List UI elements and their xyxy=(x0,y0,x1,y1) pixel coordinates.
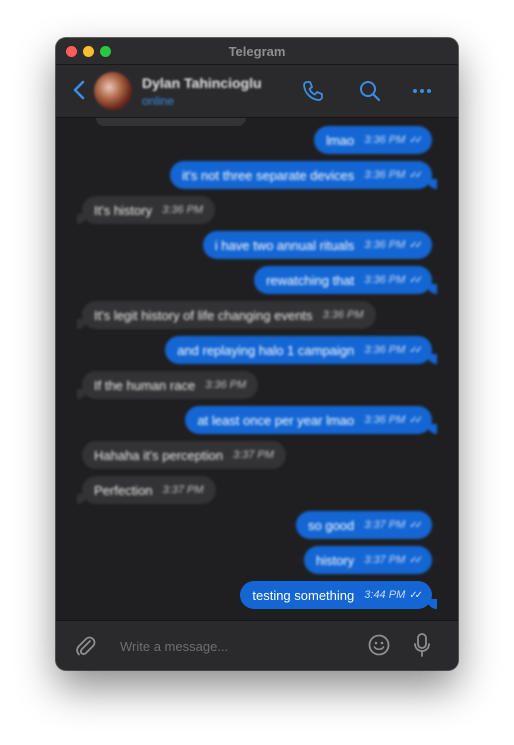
message-bubble-incoming[interactable]: It's history 3:36 PM xyxy=(76,196,216,224)
message-time: 3:36 PM xyxy=(364,274,406,286)
read-receipt-icon: ✓✓ xyxy=(409,134,423,146)
message-bubble-outgoing[interactable]: at least once per year lmao 3:36 PM ✓✓ xyxy=(185,406,437,434)
message-text: Hahaha it's perception xyxy=(94,447,223,463)
message-bubble-outgoing[interactable]: testing something 3:44 PM ✓✓ xyxy=(240,581,437,609)
message-time: 3:36 PM xyxy=(205,379,247,391)
read-receipt-icon: ✓✓ xyxy=(409,414,423,426)
message-text: i have two annual rituals xyxy=(214,237,355,253)
contact-status: online xyxy=(142,94,175,108)
phone-icon[interactable] xyxy=(301,79,325,103)
partial-message-bubble xyxy=(96,118,246,126)
title-bar[interactable]: Telegram xyxy=(56,38,458,65)
message-time: 3:36 PM xyxy=(322,309,364,321)
message-time: 3:36 PM xyxy=(162,204,204,216)
message-time: 3:36 PM xyxy=(364,414,406,426)
window-title: Telegram xyxy=(228,44,286,59)
read-receipt-icon: ✓✓ xyxy=(409,344,423,356)
message-bubble-outgoing[interactable]: rewatching that 3:36 PM ✓✓ xyxy=(254,266,437,294)
read-receipt-icon: ✓✓ xyxy=(409,554,423,566)
read-receipt-icon: ✓✓ xyxy=(409,274,423,286)
message-bubble-incoming[interactable]: Perfection 3:37 PM xyxy=(77,476,216,504)
read-receipt-icon: ✓✓ xyxy=(409,239,423,251)
message-bubble-outgoing[interactable]: i have two annual rituals 3:36 PM ✓✓ xyxy=(202,231,432,259)
message-bubble-outgoing[interactable]: lmao 3:36 PM ✓✓ xyxy=(314,126,432,154)
message-time: 3:36 PM xyxy=(364,169,406,181)
message-text: at least once per year lmao xyxy=(197,412,355,428)
message-time: 3:37 PM xyxy=(364,554,406,566)
message-bubble-incoming[interactable]: If the human race 3:36 PM xyxy=(76,371,259,399)
message-time: 3:36 PM xyxy=(364,239,406,251)
message-composer xyxy=(56,620,458,670)
chat-header: Dylan Tahincioglu online xyxy=(56,65,458,118)
message-bubble-incoming[interactable]: It's legit history of life changing even… xyxy=(77,301,376,329)
message-list[interactable]: lmao 3:36 PM ✓✓ it's not three separate … xyxy=(56,118,458,621)
message-time: 3:36 PM xyxy=(364,344,406,356)
contact-name[interactable]: Dylan Tahincioglu xyxy=(142,75,262,91)
avatar[interactable] xyxy=(94,72,132,110)
message-bubble-outgoing[interactable]: it's not three separate devices 3:36 PM … xyxy=(169,161,438,189)
message-bubble-incoming[interactable]: Hahaha it's perception 3:37 PM xyxy=(82,441,286,469)
attach-icon[interactable] xyxy=(74,634,96,658)
message-text: It's history xyxy=(94,202,153,218)
message-text: testing something xyxy=(252,587,355,603)
message-time: 3:37 PM xyxy=(364,519,406,531)
message-time: 3:37 PM xyxy=(162,484,204,496)
read-receipt-icon: ✓✓ xyxy=(409,589,423,601)
telegram-window: Telegram Dylan Tahincioglu online lmao 3… xyxy=(56,38,458,670)
message-time: 3:36 PM xyxy=(364,134,406,146)
message-bubble-outgoing[interactable]: so good 3:37 PM ✓✓ xyxy=(296,511,432,539)
message-bubble-outgoing[interactable]: history 3:37 PM ✓✓ xyxy=(303,546,432,574)
message-text: If the human race xyxy=(94,377,196,393)
message-text: Perfection xyxy=(94,482,153,498)
message-text: so good xyxy=(308,517,355,533)
message-bubble-outgoing[interactable]: and replaying halo 1 campaign 3:36 PM ✓✓ xyxy=(165,336,437,364)
message-time: 3:44 PM xyxy=(364,589,406,601)
message-text: it's not three separate devices xyxy=(181,167,355,183)
microphone-icon[interactable] xyxy=(412,632,432,658)
message-text: rewatching that xyxy=(266,272,355,288)
search-icon[interactable] xyxy=(358,79,382,103)
message-time: 3:37 PM xyxy=(232,449,274,461)
more-icon[interactable] xyxy=(410,79,434,103)
message-text: It's legit history of life changing even… xyxy=(94,307,313,323)
emoji-icon[interactable] xyxy=(367,633,391,657)
message-text: history xyxy=(315,552,355,568)
back-icon[interactable] xyxy=(72,79,86,101)
message-text: and replaying halo 1 campaign xyxy=(177,342,355,358)
read-receipt-icon: ✓✓ xyxy=(409,169,423,181)
read-receipt-icon: ✓✓ xyxy=(409,519,423,531)
message-input[interactable] xyxy=(118,635,362,657)
message-text: lmao xyxy=(326,132,355,148)
